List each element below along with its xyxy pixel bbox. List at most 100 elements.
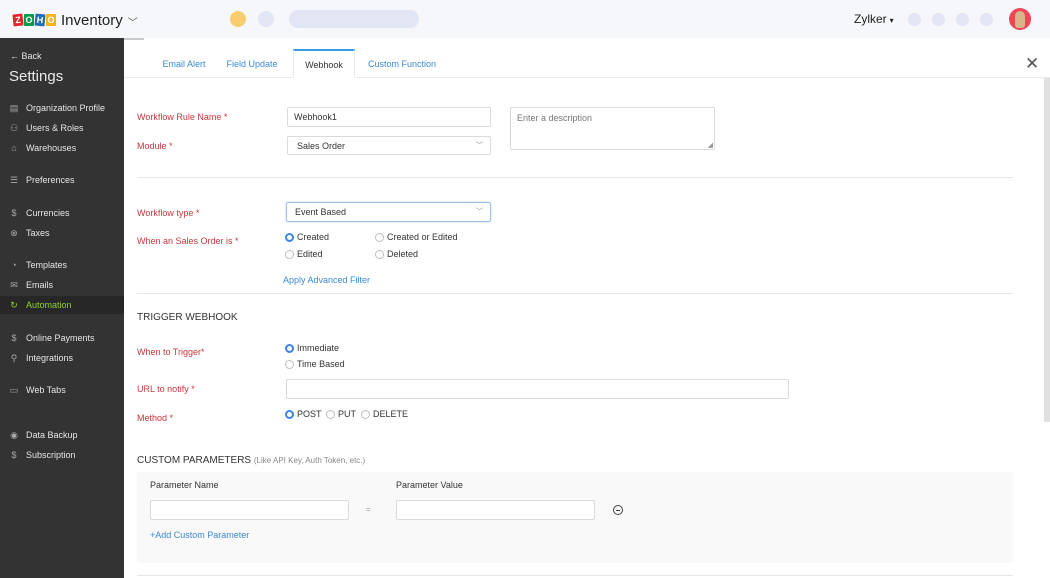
radio-created[interactable]: Created xyxy=(285,232,329,242)
radio-immediate[interactable]: Immediate xyxy=(285,343,339,353)
sidebar-item-preferences[interactable]: ☰ Preferences xyxy=(0,171,124,189)
custom-parameters-hint: (Like API Key, Auth Token, etc.) xyxy=(253,456,366,465)
logo-letter: O xyxy=(24,14,34,26)
apply-advanced-filter-link[interactable]: Apply Advanced Filter xyxy=(283,275,370,285)
warehouse-icon: ⌂ xyxy=(11,143,17,153)
tab-webhook[interactable]: Webhook xyxy=(293,49,355,78)
app-switcher[interactable]: Z O H O Inventory ﹀ xyxy=(12,11,138,29)
sidebar-item-label: Users & Roles xyxy=(26,123,84,133)
radio-method-delete[interactable]: DELETE xyxy=(361,409,408,419)
radio-unchecked-icon xyxy=(326,409,335,419)
tab-field-update[interactable]: Field Update xyxy=(224,50,280,78)
sidebar-item-emails[interactable]: ✉ Emails xyxy=(0,276,124,294)
sidebar-item-automation[interactable]: ↻ Automation xyxy=(0,296,124,314)
building-icon: ▤ xyxy=(9,102,19,113)
sidebar-item-warehouses[interactable]: ⌂ Warehouses xyxy=(0,139,124,157)
organization-switcher[interactable]: Zylker ▾ xyxy=(854,12,894,26)
sidebar-item-organization-profile[interactable]: ▤ Organization Profile xyxy=(0,99,124,117)
radio-unchecked-icon xyxy=(285,249,294,259)
parameter-name-input[interactable] xyxy=(150,500,349,520)
scrollbar[interactable] xyxy=(1044,78,1050,422)
divider xyxy=(137,575,1013,576)
header-icon-placeholder[interactable] xyxy=(956,13,969,26)
sidebar-item-label: Preferences xyxy=(26,175,75,185)
sidebar-item-label: Web Tabs xyxy=(26,385,66,395)
radio-unchecked-icon xyxy=(375,249,384,259)
custom-parameters-heading: CUSTOM PARAMETERS (Like API Key, Auth To… xyxy=(137,455,365,466)
avatar[interactable] xyxy=(1009,8,1031,30)
workflow-type-label: Workflow type * xyxy=(137,208,200,218)
tab-bar-edge xyxy=(124,38,144,40)
sidebar-item-currencies[interactable]: $ Currencies xyxy=(0,204,124,222)
url-label: URL to notify * xyxy=(137,384,195,394)
description-textarea[interactable]: Enter a description ◢ xyxy=(510,107,715,150)
radio-label: Created or Edited xyxy=(387,232,458,242)
sidebar-item-users-roles[interactable]: ⚇ Users & Roles xyxy=(0,119,124,137)
tabs-icon: ▭ xyxy=(9,384,19,395)
close-icon[interactable]: ✕ xyxy=(1025,54,1039,74)
tab-custom-function[interactable]: Custom Function xyxy=(364,50,440,78)
settings-sidebar: ← Back Settings ▤ Organization Profile ⚇ U… xyxy=(0,38,124,578)
workflow-type-select[interactable]: Event Based ﹀ xyxy=(286,202,491,222)
sidebar-item-integrations[interactable]: ⚲ Integrations xyxy=(0,349,124,367)
sidebar-item-online-payments[interactable]: $ Online Payments xyxy=(0,329,124,347)
radio-deleted[interactable]: Deleted xyxy=(375,249,418,259)
tab-email-alert[interactable]: Email Alert xyxy=(152,50,216,78)
radio-edited[interactable]: Edited xyxy=(285,249,323,259)
sidebar-item-label: Online Payments xyxy=(26,333,95,343)
sidebar-item-label: Currencies xyxy=(26,208,70,218)
radio-created-or-edited[interactable]: Created or Edited xyxy=(375,232,458,242)
radio-method-put[interactable]: PUT xyxy=(326,409,356,419)
radio-unchecked-icon xyxy=(361,409,370,419)
radio-label: Created xyxy=(297,232,330,242)
sidebar-item-label: Emails xyxy=(26,280,54,290)
arrow-left-icon: ← xyxy=(10,51,19,61)
radio-label: Deleted xyxy=(387,249,419,259)
subscription-icon: $ xyxy=(11,450,17,460)
chevron-down-icon: ﹀ xyxy=(127,18,138,29)
radio-label: POST xyxy=(297,409,322,419)
back-button[interactable]: ← Back xyxy=(10,51,42,61)
chevron-down-icon: ﹀ xyxy=(476,142,483,149)
radio-time-based[interactable]: Time Based xyxy=(285,359,345,369)
header-icon-placeholder[interactable] xyxy=(932,13,945,26)
radio-label: PUT xyxy=(338,409,356,419)
sidebar-item-taxes[interactable]: ⊗ Taxes xyxy=(0,224,124,242)
parameter-value-input[interactable] xyxy=(396,500,595,520)
divider xyxy=(137,293,1013,294)
remove-parameter-icon[interactable] xyxy=(613,505,623,515)
radio-checked-icon xyxy=(285,409,294,419)
header-icon-placeholder[interactable] xyxy=(980,13,993,26)
header-icon-placeholder[interactable] xyxy=(908,13,921,26)
workflow-type-value: Event Based xyxy=(295,207,347,217)
status-dot[interactable] xyxy=(230,11,246,27)
sidebar-item-label: Data Backup xyxy=(26,430,78,440)
radio-label: Time Based xyxy=(297,359,345,369)
sidebar-item-data-backup[interactable]: ◉ Data Backup xyxy=(0,426,124,444)
app-name: Inventory xyxy=(61,11,123,29)
description-placeholder: Enter a description xyxy=(517,113,593,123)
resize-handle-icon[interactable]: ◢ xyxy=(708,141,713,149)
sidebar-item-label: Templates xyxy=(26,260,68,270)
equals-sign: = xyxy=(366,505,371,514)
add-custom-parameter-link[interactable]: +Add Custom Parameter xyxy=(150,530,249,540)
divider xyxy=(137,177,1013,178)
parameter-name-header: Parameter Name xyxy=(150,480,219,490)
sidebar-item-web-tabs[interactable]: ▭ Web Tabs xyxy=(0,381,124,399)
method-label: Method * xyxy=(137,413,174,423)
search-bar-placeholder[interactable] xyxy=(289,10,419,28)
toolbar-placeholder-icon[interactable] xyxy=(258,11,274,27)
module-select[interactable]: Sales Order ﹀ xyxy=(287,136,491,155)
rule-name-input[interactable]: Webhook1 xyxy=(287,107,491,127)
sidebar-item-subscription[interactable]: $ Subscription xyxy=(0,446,124,464)
logo-letter: H xyxy=(34,13,46,27)
radio-method-post[interactable]: POST xyxy=(285,409,322,419)
sidebar-item-label: Taxes xyxy=(26,228,50,238)
url-input[interactable] xyxy=(286,379,789,399)
sidebar-item-label: Automation xyxy=(26,300,72,310)
mail-icon: ✉ xyxy=(10,279,18,290)
sliders-icon: ☰ xyxy=(9,174,19,185)
custom-parameters-box: Parameter Name Parameter Value = +Add Cu… xyxy=(137,472,1013,563)
radio-label: Edited xyxy=(297,249,323,259)
sidebar-item-templates[interactable]: ◔ Templates xyxy=(0,256,124,274)
